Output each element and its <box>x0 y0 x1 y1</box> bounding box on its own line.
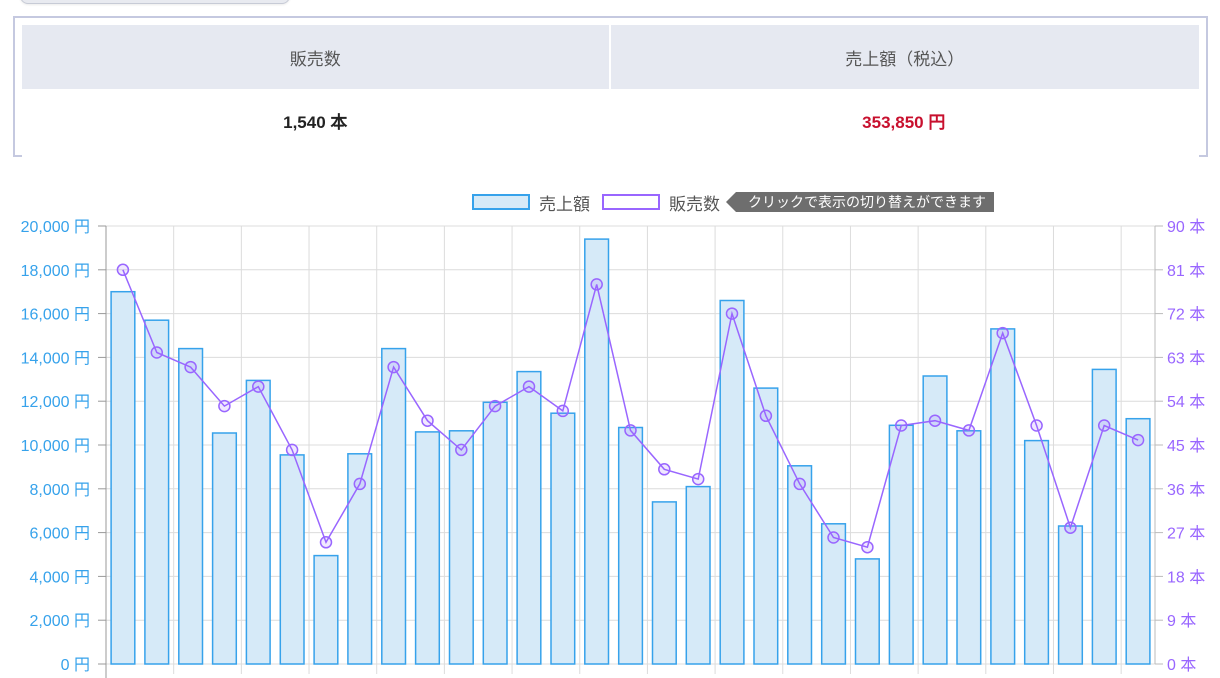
bar <box>211 432 238 665</box>
line-point <box>996 326 1009 340</box>
summary-header-count: 販売数 <box>22 25 611 89</box>
line-point <box>962 424 976 437</box>
line-point <box>759 409 773 423</box>
line-point <box>353 477 367 491</box>
bar <box>110 290 136 665</box>
bar <box>685 485 711 665</box>
bar <box>787 465 813 665</box>
bar <box>990 328 1016 665</box>
bar <box>617 426 644 665</box>
bar <box>516 370 542 665</box>
line-point <box>861 540 874 554</box>
line-point <box>624 424 637 437</box>
line-point <box>218 399 231 413</box>
bar <box>651 501 677 665</box>
bar <box>1023 439 1050 665</box>
right-tick-label: 0 本 <box>1167 656 1196 674</box>
bar <box>178 347 204 665</box>
legend-swatch-sales[interactable] <box>472 194 530 210</box>
bar <box>854 558 880 665</box>
line-point <box>725 307 739 320</box>
line-point <box>455 443 468 457</box>
line-point <box>184 360 197 374</box>
left-axis: 0 円 2,000 円 4,000 円 6,000 円 8,000 円 10,000 円 1… <box>21 219 106 674</box>
line-point <box>150 346 164 359</box>
line-point <box>319 536 333 549</box>
line-point <box>488 399 502 413</box>
bar <box>888 424 914 665</box>
bar <box>482 401 508 665</box>
left-tick-label: 2,000 円 <box>30 613 91 630</box>
line-point <box>1131 433 1145 447</box>
line-point <box>1097 419 1111 432</box>
line-point <box>421 414 434 427</box>
line-point <box>590 278 603 291</box>
bar <box>448 430 474 665</box>
left-tick-label: 14,000 円 <box>21 350 90 367</box>
bar <box>245 379 271 665</box>
sales-chart: 0 円 2,000 円 4,000 円 6,000 円 8,000 円 10,000 円 1… <box>21 218 1205 678</box>
right-tick-label: 63 本 <box>1167 349 1205 367</box>
left-tick-label: 8,000 円 <box>30 482 91 499</box>
summary-value-count: 1,540 本 <box>22 89 611 158</box>
line-point <box>691 472 705 486</box>
line-point <box>556 404 570 418</box>
bar <box>414 431 441 665</box>
summary-table: 販売数 売上額（税込） 1,540 本 353,850 円 <box>22 25 1199 158</box>
right-tick-label: 72 本 <box>1167 306 1205 324</box>
line-point <box>252 380 265 393</box>
line-point <box>1030 419 1043 432</box>
right-tick-label: 36 本 <box>1167 481 1205 499</box>
line-point <box>793 477 806 491</box>
summary-header-sales: 売上額（税込） <box>610 25 1199 89</box>
top-tab-pill[interactable] <box>20 0 290 4</box>
bar <box>820 523 847 665</box>
left-tick-label: 4,000 円 <box>30 569 91 586</box>
left-tick-label: 6,000 円 <box>30 526 91 543</box>
right-tick-label: 90 本 <box>1167 218 1205 236</box>
left-tick-label: 18,000 円 <box>21 263 90 280</box>
right-tick-label: 54 本 <box>1167 393 1205 411</box>
bar <box>550 412 576 665</box>
toggle-hint-tooltip: クリックで表示の切り替えができます <box>726 192 994 212</box>
line-point <box>522 380 536 393</box>
legend-swatch-count[interactable] <box>602 194 660 210</box>
bar-series <box>110 238 1151 665</box>
line-point <box>827 531 840 544</box>
line-point <box>285 443 299 457</box>
bar <box>584 238 610 665</box>
right-tick-label: 27 本 <box>1167 525 1205 543</box>
right-tick-label: 9 本 <box>1167 612 1196 630</box>
line-point <box>116 263 130 277</box>
left-tick-label: 20,000 円 <box>21 219 90 236</box>
line-point <box>928 414 942 427</box>
summary-panel: 販売数 売上額（税込） 1,540 本 353,850 円 <box>13 16 1208 158</box>
line-point <box>1064 521 1077 534</box>
left-tick-label: 12,000 円 <box>21 394 90 411</box>
line-point <box>894 419 908 432</box>
bar <box>1125 417 1151 665</box>
left-tick-label: 0 円 <box>61 657 90 674</box>
right-axis: 0 本 9 本 18 本 27 本 36 本 45 本 54 本 63 本 72 本 81 本 90… <box>1155 218 1205 674</box>
bar <box>313 554 339 665</box>
right-tick-label: 18 本 <box>1167 568 1205 586</box>
summary-value-sales: 353,850 円 <box>610 89 1199 158</box>
bar <box>1091 368 1117 665</box>
right-tick-label: 45 本 <box>1167 437 1205 455</box>
line-point <box>387 360 400 374</box>
bar <box>1057 525 1084 665</box>
bar <box>144 319 170 665</box>
bar <box>753 387 779 665</box>
line-point <box>658 463 671 476</box>
bar <box>279 454 305 665</box>
bar <box>956 430 982 665</box>
left-tick-label: 10,000 円 <box>21 438 90 455</box>
left-tick-label: 16,000 円 <box>21 307 90 324</box>
summary-inner: 販売数 売上額（税込） 1,540 本 353,850 円 <box>22 25 1199 158</box>
right-tick-label: 81 本 <box>1167 262 1205 280</box>
